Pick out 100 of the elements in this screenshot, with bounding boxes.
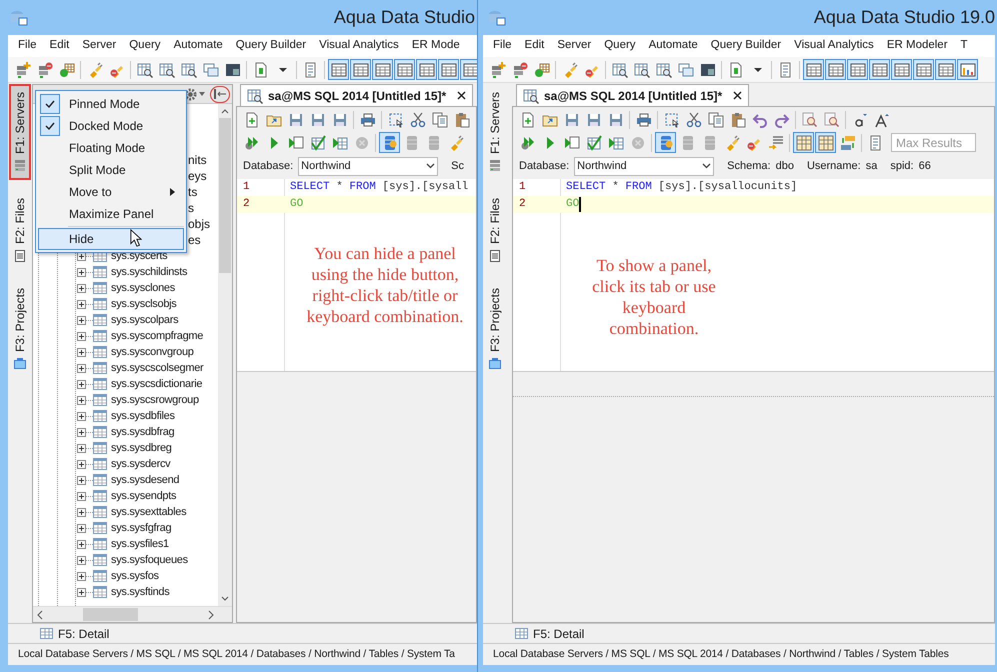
list-arrow-icon[interactable] <box>768 134 784 150</box>
toggle-button[interactable] <box>350 59 371 80</box>
expand-icon[interactable] <box>77 492 86 500</box>
table-circle-icon[interactable] <box>534 62 550 78</box>
expand-icon[interactable] <box>77 348 86 356</box>
printer-icon[interactable] <box>360 112 376 128</box>
tree-item[interactable]: sys.sysclones <box>111 280 175 296</box>
table-magnifier-icon[interactable] <box>612 62 628 78</box>
menu-item[interactable]: Floating Mode <box>38 137 184 159</box>
expand-icon[interactable] <box>77 380 86 388</box>
table-magnifier-icon[interactable] <box>634 62 650 78</box>
menu-item[interactable]: Automate <box>174 37 223 55</box>
expand-icon[interactable] <box>77 284 86 292</box>
tree-item[interactable]: sys.syscompfragme <box>111 328 204 344</box>
expand-icon[interactable] <box>77 300 86 308</box>
grid-check-icon[interactable] <box>586 134 602 150</box>
copy-icon[interactable] <box>708 112 724 128</box>
menu-item[interactable]: Pinned Mode <box>38 93 184 115</box>
clipboard-icon[interactable] <box>454 112 470 128</box>
expand-icon[interactable] <box>77 572 86 580</box>
editor-tab[interactable]: sa@MS SQL 2014 [Untitled 15]* <box>240 84 474 106</box>
save-icon[interactable] <box>586 112 602 128</box>
copy-icon[interactable] <box>432 112 448 128</box>
tree-item[interactable]: sys.sysdercv <box>111 456 170 472</box>
tree-item[interactable]: sys.syschildinsts <box>111 264 188 280</box>
panel-tab[interactable]: F1: Servers <box>9 84 31 180</box>
save-icon[interactable] <box>332 112 348 128</box>
toggle-button[interactable] <box>935 59 956 80</box>
menu-item[interactable]: Query Builder <box>236 37 306 55</box>
max-results-field[interactable]: Max Results <box>891 133 976 152</box>
menu-item[interactable]: Edit <box>524 37 544 55</box>
menu-item[interactable]: Query Builder <box>710 37 782 55</box>
document-icon[interactable] <box>778 62 794 78</box>
detail-tab[interactable]: F5: Detail <box>40 624 110 642</box>
tree-item[interactable]: sys.sysclsobjs <box>111 296 176 312</box>
selection-icon[interactable] <box>388 112 404 128</box>
toggle-button[interactable] <box>394 59 415 80</box>
panel-tab[interactable]: F3: Projects <box>9 280 31 378</box>
double-play-icon[interactable] <box>244 134 260 150</box>
file-plus-icon[interactable] <box>520 112 536 128</box>
swap-icon[interactable] <box>840 134 856 150</box>
server-minus-icon[interactable] <box>36 62 52 78</box>
toggle-button[interactable] <box>372 59 393 80</box>
tree-item[interactable]: nits <box>188 152 207 168</box>
play-document-icon[interactable] <box>288 134 304 150</box>
toggle-button[interactable] <box>825 59 846 80</box>
toggle-button[interactable] <box>957 59 978 80</box>
tree-item[interactable]: sys.sysftinds <box>111 584 170 600</box>
editor-tab[interactable]: sa@MS SQL 2014 [Untitled 15]* <box>516 84 750 106</box>
menu-item[interactable]: Server <box>82 37 116 55</box>
redo-icon[interactable] <box>774 112 790 128</box>
expand-icon[interactable] <box>77 252 86 260</box>
gear-icon[interactable] <box>184 88 197 100</box>
undo-icon[interactable] <box>752 112 768 128</box>
tree-item[interactable]: sys.sysfiles1 <box>111 536 169 552</box>
expand-icon[interactable] <box>77 412 86 420</box>
vertical-scrollbar[interactable] <box>218 104 232 606</box>
expand-icon[interactable] <box>77 588 86 596</box>
document-icon[interactable] <box>868 134 884 150</box>
scissors-icon[interactable] <box>410 112 426 128</box>
save-icon[interactable] <box>608 112 624 128</box>
close-icon[interactable] <box>733 91 742 100</box>
menu-item[interactable]: Move to <box>38 181 184 203</box>
play-grid-icon[interactable] <box>608 134 624 150</box>
tree-item[interactable]: sys.syscolpars <box>111 312 178 328</box>
tree-item[interactable]: sys.syscsdictionarie <box>111 376 202 392</box>
menu-item[interactable]: ER Mode <box>412 37 460 55</box>
tree-item[interactable]: ts <box>188 184 198 200</box>
table-magnifier-icon[interactable] <box>180 62 196 78</box>
menu-item[interactable]: Maximize Panel <box>38 203 184 225</box>
document-icon[interactable] <box>252 62 268 78</box>
toggle-button[interactable] <box>379 132 400 153</box>
expand-icon[interactable] <box>77 428 86 436</box>
expand-icon[interactable] <box>77 316 86 324</box>
toggle-button[interactable] <box>803 59 824 80</box>
table-magnifier-icon[interactable] <box>656 62 672 78</box>
expand-icon[interactable] <box>77 364 86 372</box>
tree-item[interactable]: sys.sysfgfrag <box>111 520 172 536</box>
toggle-button[interactable] <box>869 59 890 80</box>
server-plus-icon[interactable] <box>14 62 30 78</box>
expand-icon[interactable] <box>77 268 86 276</box>
document-icon[interactable] <box>302 62 318 78</box>
printer-icon[interactable] <box>636 112 652 128</box>
menu-item[interactable]: File <box>493 37 512 55</box>
clipboard-icon[interactable] <box>730 112 746 128</box>
windows-icon[interactable] <box>678 62 694 78</box>
panel-tab[interactable]: F1: Servers <box>484 84 506 180</box>
grid-check-icon[interactable] <box>310 134 326 150</box>
menu-item[interactable]: Query <box>129 37 161 55</box>
server-plus-icon[interactable] <box>490 62 506 78</box>
tree-item[interactable]: sys.sysconvgroup <box>111 344 194 360</box>
table-circle-icon[interactable] <box>58 62 74 78</box>
windows-icon[interactable] <box>202 62 218 78</box>
play-document-icon[interactable] <box>564 134 580 150</box>
font-larger-icon[interactable] <box>874 112 890 128</box>
tree-item[interactable]: sys.sysendpts <box>111 488 176 504</box>
table-magnifier-icon[interactable] <box>136 62 152 78</box>
tree-item[interactable]: sys.sysdbreg <box>111 440 172 456</box>
server-minus-icon[interactable] <box>512 62 528 78</box>
database-dropdown[interactable]: Northwind <box>298 156 438 176</box>
